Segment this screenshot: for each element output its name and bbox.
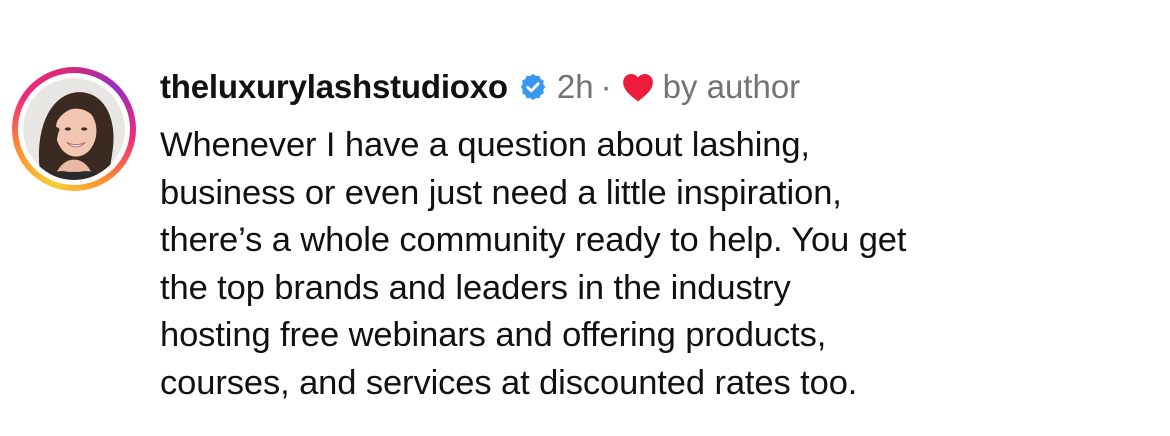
comment-text-line: courses, and services at discounted rate…	[160, 363, 858, 402]
comment: theluxurylashstudioxo 2h · by author Whe…	[0, 0, 1170, 436]
avatar-story-ring[interactable]	[12, 67, 136, 191]
username-link[interactable]: theluxurylashstudioxo	[160, 68, 508, 106]
timestamp[interactable]: 2h	[557, 68, 594, 106]
comment-header: theluxurylashstudioxo 2h · by author	[160, 64, 800, 110]
comment-text-line: hosting free webinars and offering produ…	[160, 316, 827, 354]
liked-by-author-label: by author	[662, 68, 801, 105]
comment-text: Whenever I have a question about lashing…	[160, 122, 1150, 407]
avatar[interactable]	[23, 78, 125, 180]
avatar-frame	[18, 73, 130, 185]
comment-text-line: business or even just need a little insp…	[160, 173, 842, 212]
meta-separator: ·	[600, 68, 612, 105]
heart-icon	[621, 71, 655, 103]
comment-text-line: there’s a whole community ready to help.…	[160, 221, 907, 259]
comment-text-line: Whenever I have a question about lashing…	[160, 126, 810, 164]
verified-badge-icon	[518, 72, 548, 102]
comment-text-line: the top brands and leaders in the indust…	[160, 268, 791, 307]
